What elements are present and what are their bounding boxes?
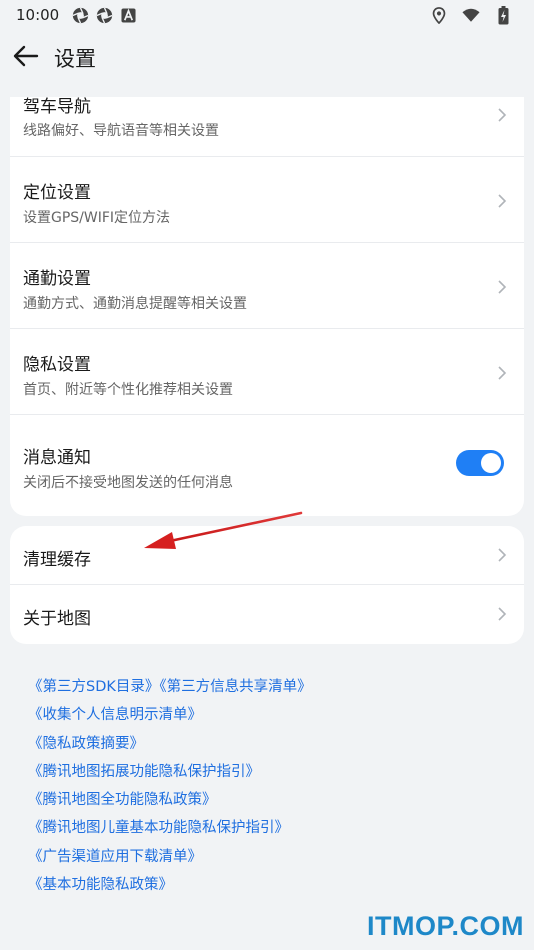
chevron-right-icon xyxy=(496,107,508,123)
aperture-icon xyxy=(95,6,113,24)
location-pin-icon xyxy=(430,6,448,24)
link-third-party-sdk[interactable]: 《第三方SDK目录》《第三方信息共享清单》 xyxy=(28,676,312,704)
back-button[interactable] xyxy=(0,30,52,86)
settings-item-subtitle: 线路偏好、导航语音等相关设置 xyxy=(23,123,219,139)
settings-item-about[interactable]: 关于地图 xyxy=(10,585,524,644)
wifi-icon xyxy=(462,6,480,24)
toggle-knob xyxy=(481,453,501,473)
settings-item-title: 隐私设置 xyxy=(23,355,91,375)
watermark: ITMOP.COM xyxy=(366,911,524,941)
settings-item-title: 定位设置 xyxy=(23,183,91,203)
settings-item-title: 关于地图 xyxy=(23,609,91,629)
chevron-right-icon xyxy=(496,606,508,622)
link-extended-privacy-guide[interactable]: 《腾讯地图拓展功能隐私保护指引》 xyxy=(28,761,312,789)
link-ad-channel-list[interactable]: 《广告渠道应用下载清单》 xyxy=(28,846,312,874)
chevron-right-icon xyxy=(496,365,508,381)
settings-item-notifications: 消息通知 关闭后不接受地图发送的任何消息 xyxy=(10,415,524,516)
chevron-right-icon xyxy=(496,193,508,209)
page-title: 设置 xyxy=(54,47,96,71)
settings-item-privacy[interactable]: 隐私设置 首页、附近等个性化推荐相关设置 xyxy=(10,329,524,415)
settings-item-subtitle: 通勤方式、通勤消息提醒等相关设置 xyxy=(23,296,247,312)
settings-card-misc: 清理缓存 关于地图 xyxy=(10,526,524,644)
settings-item-clear-cache[interactable]: 清理缓存 xyxy=(10,526,524,585)
link-basic-privacy-policy[interactable]: 《基本功能隐私政策》 xyxy=(28,874,312,902)
status-bar: 10:00 xyxy=(0,0,534,30)
settings-card-main: 驾车导航 线路偏好、导航语音等相关设置 定位设置 设置GPS/WIFI定位方法 … xyxy=(10,97,524,516)
link-children-privacy-guide[interactable]: 《腾讯地图儿童基本功能隐私保护指引》 xyxy=(28,817,312,845)
chevron-right-icon xyxy=(496,279,508,295)
battery-charging-icon xyxy=(494,5,512,24)
settings-item-title: 通勤设置 xyxy=(23,269,91,289)
link-full-privacy-policy[interactable]: 《腾讯地图全功能隐私政策》 xyxy=(28,789,312,817)
settings-item-subtitle: 首页、附近等个性化推荐相关设置 xyxy=(23,382,233,398)
link-privacy-summary[interactable]: 《隐私政策摘要》 xyxy=(28,733,312,761)
font-a-icon xyxy=(119,6,137,24)
settings-item-subtitle: 设置GPS/WIFI定位方法 xyxy=(23,210,171,226)
arrow-left-icon xyxy=(13,45,39,71)
settings-item-driving-navigation[interactable]: 驾车导航 线路偏好、导航语音等相关设置 xyxy=(10,97,524,157)
chevron-right-icon xyxy=(496,547,508,563)
settings-item-title: 消息通知 xyxy=(23,448,91,468)
aperture-icon xyxy=(71,6,89,24)
notification-toggle[interactable] xyxy=(456,450,504,476)
link-personal-info-list[interactable]: 《收集个人信息明示清单》 xyxy=(28,704,312,732)
settings-item-title: 驾车导航 xyxy=(23,97,91,117)
settings-item-commute[interactable]: 通勤设置 通勤方式、通勤消息提醒等相关设置 xyxy=(10,243,524,329)
settings-item-title: 清理缓存 xyxy=(23,550,91,570)
policy-links: 《第三方SDK目录》《第三方信息共享清单》 《收集个人信息明示清单》 《隐私政策… xyxy=(28,676,312,902)
settings-item-subtitle: 关闭后不接受地图发送的任何消息 xyxy=(23,475,233,491)
app-header: 设置 xyxy=(0,30,534,86)
settings-item-location[interactable]: 定位设置 设置GPS/WIFI定位方法 xyxy=(10,157,524,243)
status-time: 10:00 xyxy=(16,6,60,24)
